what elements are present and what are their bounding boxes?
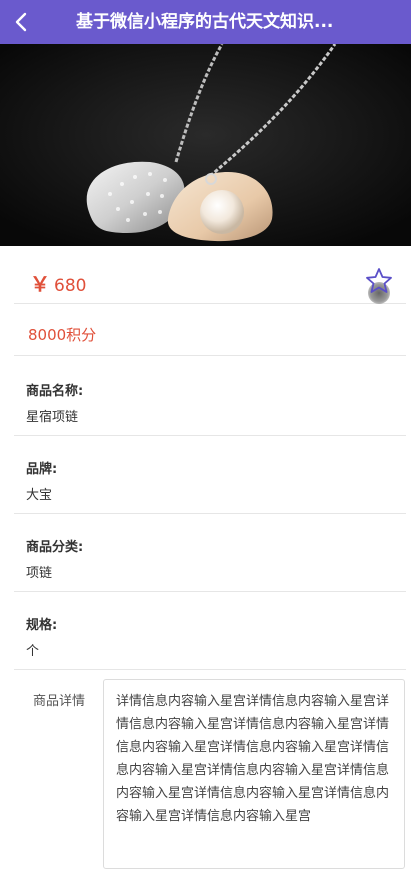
info-value: 大宝 xyxy=(26,488,53,503)
info-row-spec: 规格: 个 xyxy=(14,592,406,670)
info-value: 个 xyxy=(26,644,40,659)
top-nav-bar: 基于微信小程序的古代天文知识... xyxy=(0,0,411,44)
points-row: 8000积分 xyxy=(14,306,406,356)
star-icon xyxy=(366,268,392,293)
info-label: 商品分类: xyxy=(26,540,84,555)
product-image xyxy=(0,44,411,246)
back-button[interactable] xyxy=(0,0,44,44)
info-value: 星宿项链 xyxy=(26,410,79,425)
info-row-brand: 品牌: 大宝 xyxy=(14,436,406,514)
favorite-button[interactable] xyxy=(364,266,394,304)
info-label: 商品名称: xyxy=(26,384,84,399)
info-value: 项链 xyxy=(26,566,53,581)
detail-content[interactable]: 详情信息内容输入星宫详情信息内容输入星宫详情信息内容输入星宫详情信息内容输入星宫… xyxy=(103,679,405,869)
necklace-product-photo xyxy=(0,44,411,246)
currency-symbol: ￥ xyxy=(30,272,50,296)
page-title: 基于微信小程序的古代天文知识... xyxy=(76,12,334,32)
points-value: 8000积分 xyxy=(28,326,97,344)
price: ￥ 680 xyxy=(30,268,86,297)
info-row-name: 商品名称: 星宿项链 xyxy=(14,358,406,436)
price-row: ￥ 680 xyxy=(14,256,406,304)
detail-label: 商品详情 xyxy=(33,694,86,709)
info-label: 规格: xyxy=(26,618,58,633)
chevron-left-icon xyxy=(15,12,27,32)
price-value: 680 xyxy=(54,276,87,296)
info-label: 品牌: xyxy=(26,462,58,477)
info-row-category: 商品分类: 项链 xyxy=(14,514,406,592)
